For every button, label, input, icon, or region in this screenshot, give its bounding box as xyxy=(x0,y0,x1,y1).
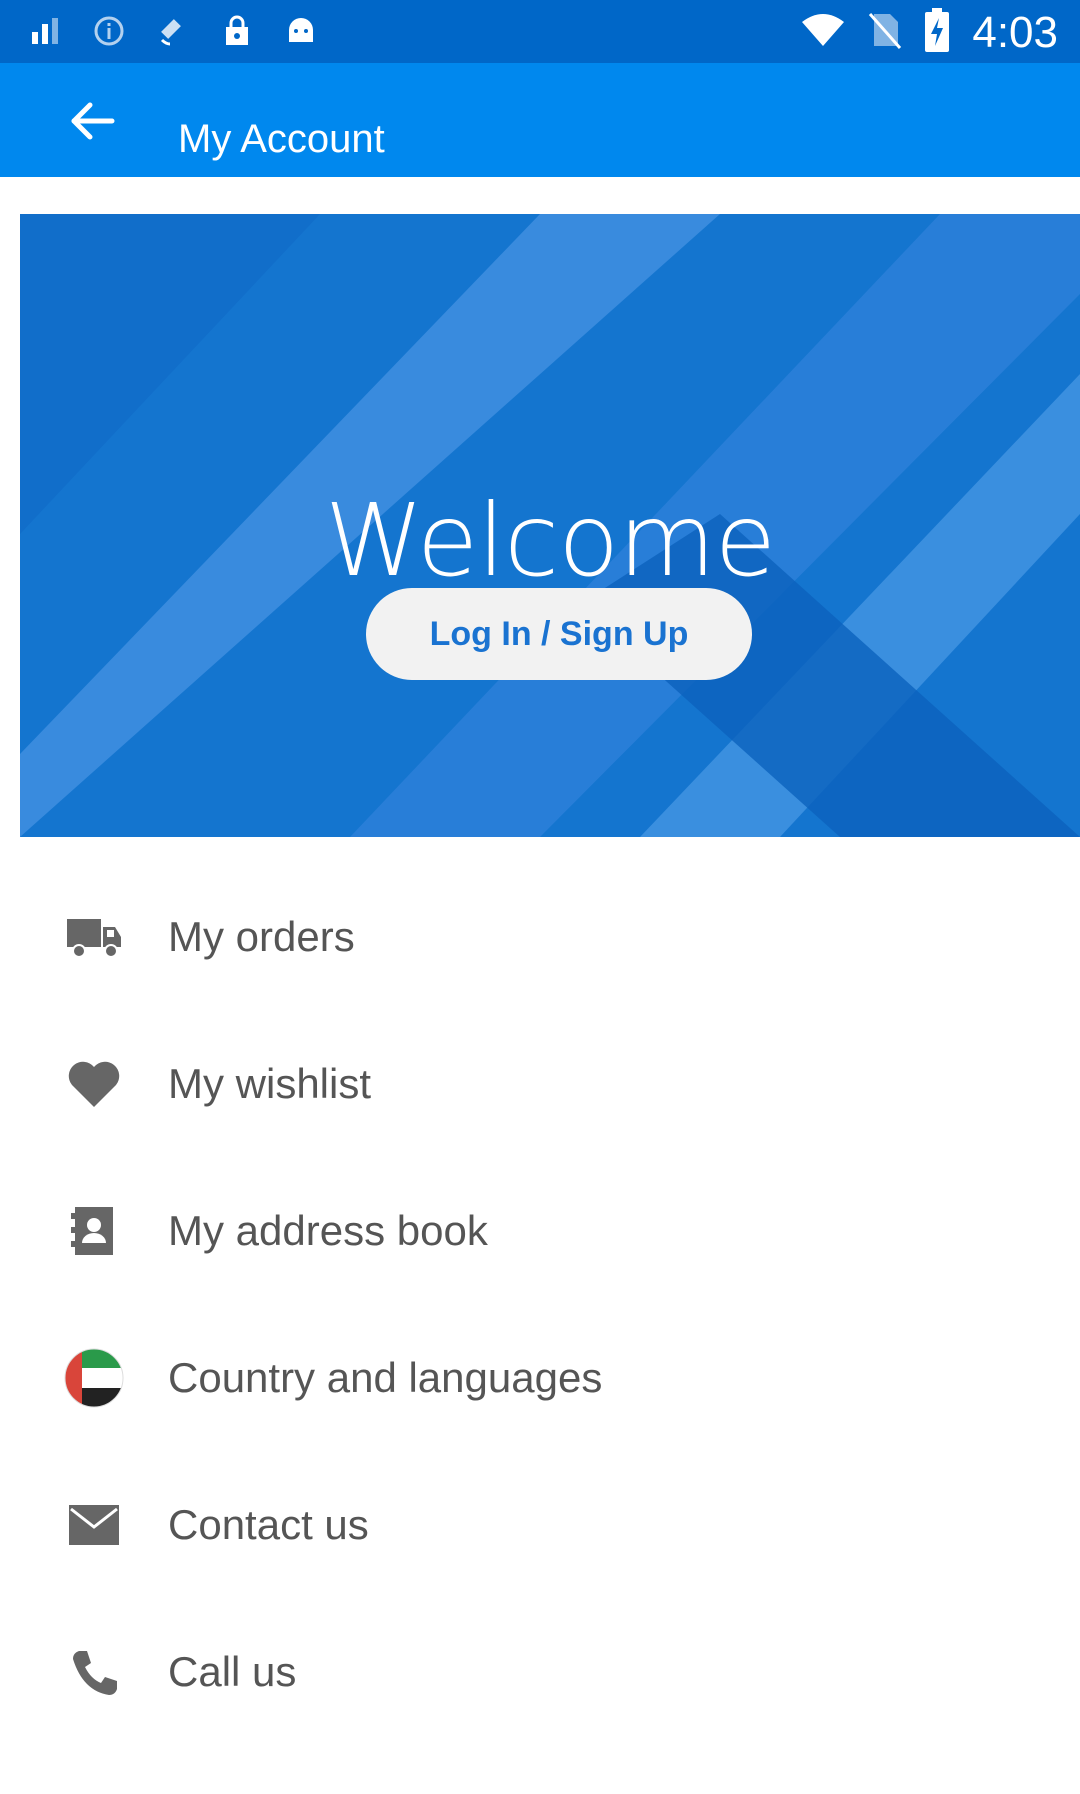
menu-item-label: Country and languages xyxy=(168,1354,603,1401)
status-left-icons xyxy=(28,14,318,48)
menu-item-country-languages[interactable]: Country and languages xyxy=(0,1328,1080,1428)
menu-item-label: My address book xyxy=(168,1207,488,1254)
menu-item-my-orders[interactable]: My orders xyxy=(0,887,1080,987)
uae-flag-icon xyxy=(64,1348,124,1408)
lock-icon xyxy=(220,14,254,48)
heart-icon xyxy=(64,1054,124,1114)
page-title: My Account xyxy=(178,117,385,161)
drawer: Welcome Log In / Sign Up My orders My wi… xyxy=(0,177,1080,1794)
android-icon xyxy=(284,14,318,48)
satellite-icon xyxy=(156,14,190,48)
status-bar: 4:03 xyxy=(0,0,1080,63)
battery-charging-icon xyxy=(924,8,950,57)
contact-card-icon xyxy=(64,1201,124,1261)
signal-icon xyxy=(28,14,62,48)
menu-item-address-book[interactable]: My address book xyxy=(0,1181,1080,1281)
status-right-icons: 4:03 xyxy=(800,8,1058,57)
mail-icon xyxy=(64,1495,124,1555)
no-sim-icon xyxy=(868,10,902,55)
wifi-icon xyxy=(800,12,846,53)
menu-item-call-us[interactable]: Call us xyxy=(0,1622,1080,1722)
status-time: 4:03 xyxy=(972,7,1058,57)
back-arrow-icon[interactable] xyxy=(64,96,120,146)
welcome-text: Welcome xyxy=(324,482,776,599)
menu-item-label: Call us xyxy=(168,1648,297,1695)
menu-item-label: Contact us xyxy=(168,1501,369,1548)
truck-icon xyxy=(64,907,124,967)
menu-item-label: My orders xyxy=(168,913,355,960)
header-image: Welcome Log In / Sign Up xyxy=(20,214,1080,837)
info-icon xyxy=(92,14,126,48)
menu-item-contact-us[interactable]: Contact us xyxy=(0,1475,1080,1575)
menu-item-label: My wishlist xyxy=(168,1060,372,1107)
menu-item-my-wishlist[interactable]: My wishlist xyxy=(0,1034,1080,1134)
app-bar: My Account xyxy=(0,63,1080,177)
phone-icon xyxy=(64,1642,124,1702)
login-signup-button[interactable]: Log In / Sign Up xyxy=(366,588,752,680)
